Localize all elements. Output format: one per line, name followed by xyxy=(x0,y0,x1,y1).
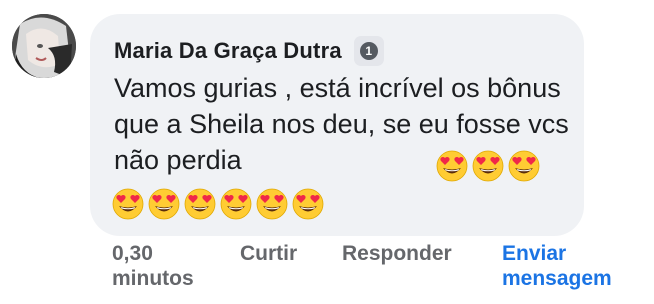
avatar[interactable] xyxy=(12,14,76,78)
author-name[interactable]: Maria Da Graça Dutra xyxy=(114,34,342,68)
emoji-group-second-line xyxy=(112,188,324,220)
comment-bubble: Maria Da Graça Dutra 1 Vamos gurias , es… xyxy=(90,14,584,236)
badge-count: 1 xyxy=(359,42,378,60)
heart-eyes-emoji-icon xyxy=(436,150,468,182)
like-button[interactable]: Curtir xyxy=(240,241,297,266)
edit-history-badge[interactable]: 1 xyxy=(353,36,384,66)
emoji-group-inline xyxy=(436,150,540,182)
avatar-photo xyxy=(12,14,76,78)
heart-eyes-emoji-icon xyxy=(292,188,324,220)
heart-eyes-emoji-icon xyxy=(112,188,144,220)
comment-timestamp[interactable]: 0,30 minutos xyxy=(112,241,212,291)
author-row: Maria Da Graça Dutra 1 xyxy=(114,34,384,68)
comment-actions: 0,30 minutos Curtir Responder Enviar men… xyxy=(112,241,642,297)
heart-eyes-emoji-icon xyxy=(508,150,540,182)
heart-eyes-emoji-icon xyxy=(472,150,504,182)
comment-thread: Maria Da Graça Dutra 1 Vamos gurias , es… xyxy=(0,0,654,304)
heart-eyes-emoji-icon xyxy=(148,188,180,220)
heart-eyes-emoji-icon xyxy=(256,188,288,220)
heart-eyes-emoji-icon xyxy=(184,188,216,220)
heart-eyes-emoji-icon xyxy=(220,188,252,220)
reply-button[interactable]: Responder xyxy=(342,241,452,266)
send-message-link[interactable]: Enviar mensagem xyxy=(502,241,642,291)
